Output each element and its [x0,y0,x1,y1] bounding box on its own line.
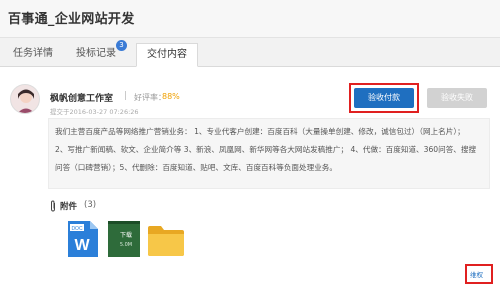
file-size: 5.0M [120,242,132,248]
download-file-icon[interactable]: 下载 5.0M [108,221,140,257]
page-title: 百事通_企业网站开发 [8,12,135,27]
word-doc-icon[interactable]: DOC W [66,221,98,257]
word-letter: W [74,237,90,254]
reject-button[interactable]: 验收失败 [427,88,487,108]
file-type-tag: DOC [71,226,83,232]
tab-label: 交付内容 [147,49,187,60]
page-header: 百事通_企业网站开发 [0,0,500,38]
attachments-title: 附件 [60,202,78,212]
bid-count-badge: 3 [116,40,127,51]
dispute-link[interactable]: 维权 [470,269,483,279]
separator: | [124,91,128,101]
tab-label: 任务详情 [13,48,53,59]
tab-delivery-content[interactable]: 交付内容 [136,43,198,67]
studio-name[interactable]: 枫帆创意工作室 [50,91,113,104]
tab-label: 投标记录 [76,48,116,59]
tab-bar: 任务详情 投标记录 3 交付内容 [0,38,500,67]
tab-bid-records[interactable]: 投标记录 3 [66,40,127,67]
description-line: 2、写推广新闻稿、软文、企业简介等 3、新浪、凤凰网、新华网等各大网站发稿推广；… [55,145,477,154]
submit-time: 提交于2016-03-27 07:26:26 [50,108,139,116]
paperclip-icon [51,200,55,212]
description-line: 问答（口碑营销）；5、代删除：百度知道、贴吧、文库、百度百科等负面处理业务。 [55,163,337,172]
description-box: 我们主营百度产品等网络推广营销业务： 1、专业代客户创建：百度百科（大量操单创建… [48,118,490,189]
folder-icon[interactable] [148,224,184,256]
rating-value: 88% [162,92,180,101]
avatar[interactable] [10,84,40,114]
file-label: 下载 [120,231,132,239]
accept-payment-button[interactable]: 验收付款 [354,88,414,108]
avatar-image [11,85,39,113]
description-line: 我们主营百度产品等网络推广营销业务： 1、专业代客户创建：百度百科（大量操单创建… [55,127,465,136]
attachments-count: (3) [84,200,97,210]
tab-task-details[interactable]: 任务详情 [4,43,62,67]
